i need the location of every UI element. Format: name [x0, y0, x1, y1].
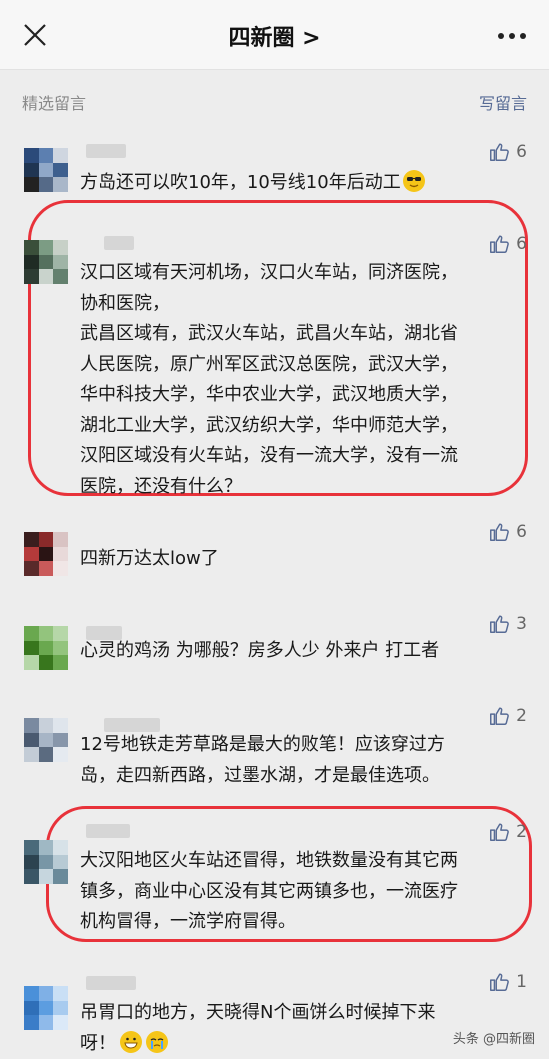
like-count: 1: [516, 972, 527, 992]
top-bar: 四新圈 >: [0, 0, 549, 70]
comment-item: 2 大汉阳地区火车站还冒得，地铁数量没有其它两 镇多，商业中心区没有其它两镇多也…: [0, 820, 549, 932]
like-count: 3: [516, 614, 527, 634]
avatar[interactable]: [24, 240, 68, 284]
thumbs-up-icon: [490, 615, 510, 633]
comment-text: 方岛还可以吹10年，10号线10年后动工: [80, 168, 530, 199]
more-icon[interactable]: [497, 32, 527, 40]
like-button[interactable]: 6: [488, 520, 527, 544]
watermark: 头条 @四新圈: [452, 1032, 535, 1047]
nickname-blurred: [86, 824, 130, 838]
thumbs-up-icon: [490, 235, 510, 253]
thumbs-up-icon: [490, 707, 510, 725]
like-count: 6: [516, 234, 527, 254]
comment-text: 12号地铁走芳草路是最大的败笔！应该穿过方 岛，走四新西路，过墨水湖，才是最佳选…: [80, 734, 445, 786]
crying-emoji-icon: [146, 1030, 168, 1053]
like-button[interactable]: 2: [488, 820, 527, 844]
like-button[interactable]: 3: [488, 612, 527, 636]
write-comment-button[interactable]: 写留言: [479, 90, 527, 114]
nickname-blurred: [104, 236, 134, 250]
thumbs-up-icon: [490, 973, 510, 991]
comment-item: 6 四新万达太low了: [0, 520, 549, 580]
avatar[interactable]: [24, 532, 68, 576]
thumbs-up-icon: [490, 823, 510, 841]
thumbs-up-icon: [490, 143, 510, 161]
comment-item: 6 方岛还可以吹10年，10号线10年后动工: [0, 140, 549, 200]
like-count: 2: [516, 706, 527, 726]
avatar[interactable]: [24, 626, 68, 670]
like-count: 2: [516, 822, 527, 842]
nickname-blurred: [86, 144, 126, 158]
comment-text: 四新万达太low了: [80, 548, 219, 569]
comment-item: 2 12号地铁走芳草路是最大的败笔！应该穿过方 岛，走四新西路，过墨水湖，才是最…: [0, 704, 549, 794]
avatar[interactable]: [24, 840, 68, 884]
featured-comments-label: 精选留言: [22, 94, 87, 113]
like-button[interactable]: 6: [488, 232, 527, 256]
comment-item: 3 心灵的鸡汤 为哪般？房多人少 外来户 打工者: [0, 612, 549, 672]
avatar[interactable]: [24, 148, 68, 192]
avatar[interactable]: [24, 986, 68, 1030]
like-count: 6: [516, 142, 527, 162]
thumbs-up-icon: [490, 523, 510, 541]
like-button[interactable]: 2: [488, 704, 527, 728]
grin-emoji-icon: [120, 1030, 142, 1053]
avatar[interactable]: [24, 718, 68, 762]
cool-emoji-icon: [402, 170, 425, 192]
like-button[interactable]: 1: [488, 970, 527, 994]
like-button[interactable]: 6: [488, 140, 527, 164]
page-title[interactable]: 四新圈 >: [0, 20, 549, 52]
like-count: 6: [516, 522, 527, 542]
nickname-blurred: [86, 976, 136, 990]
comments-header: 精选留言 写留言: [0, 78, 549, 118]
comment-item: 6 汉口区域有天河机场，汉口火车站，同济医院， 协和医院， 武昌区域有，武汉火车…: [0, 232, 549, 497]
comment-text: 汉口区域有天河机场，汉口火车站，同济医院， 协和医院， 武昌区域有，武汉火车站，…: [80, 262, 458, 497]
comment-text: 大汉阳地区火车站还冒得，地铁数量没有其它两 镇多，商业中心区没有其它两镇多也，一…: [80, 850, 458, 932]
comment-text: 心灵的鸡汤 为哪般？房多人少 外来户 打工者: [80, 640, 440, 661]
